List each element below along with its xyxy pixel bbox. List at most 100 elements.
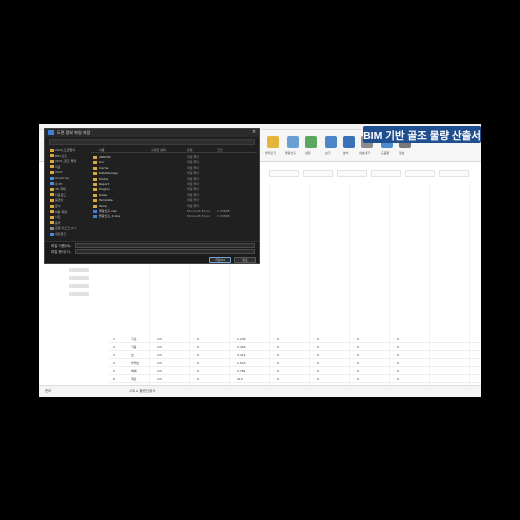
nav-item-label: 3D 개체 bbox=[55, 187, 66, 192]
status-text: 준비 bbox=[45, 389, 52, 393]
file-type: 파일 폴더 bbox=[187, 176, 199, 181]
file-name: Rules bbox=[99, 192, 108, 197]
nav-item-label: 자료 bbox=[55, 164, 61, 169]
nav-item[interactable]: 음악 bbox=[50, 221, 61, 225]
file-row[interactable]: Temp 파일 폴더 bbox=[91, 204, 257, 209]
column-tab[interactable] bbox=[303, 170, 333, 177]
nav-item[interactable]: 내 PC bbox=[50, 182, 63, 186]
nav-item-label: 로컬 디스크 (C:) bbox=[55, 226, 77, 231]
table-row[interactable]: 2 기둥 m3 0 2,456 0 0 0 0 bbox=[109, 344, 481, 351]
close-icon[interactable]: × bbox=[249, 129, 259, 137]
column-tab[interactable] bbox=[337, 170, 367, 177]
ribbon-label: 분석 bbox=[343, 151, 349, 155]
nav-item-label: 내 PC bbox=[55, 181, 63, 186]
file-name: 물량산출_2.xlsx bbox=[99, 214, 121, 219]
folder-icon bbox=[93, 161, 97, 165]
nav-item[interactable]: 문서 bbox=[50, 204, 61, 208]
file-list: 이름 수정한 날짜 유형 크기 ARROW 파일 폴더 bin 파일 폴더 Cache 파… bbox=[91, 148, 257, 240]
tree-node[interactable] bbox=[69, 268, 89, 272]
ribbon-label: 정보 bbox=[399, 151, 405, 155]
file-type: 파일 폴더 bbox=[187, 187, 199, 192]
folder-icon bbox=[93, 172, 97, 176]
cancel-button[interactable]: 취소 bbox=[234, 257, 256, 263]
calculate-icon[interactable] bbox=[287, 136, 299, 148]
nav-item[interactable]: 로컬 디스크 (C:) bbox=[50, 226, 76, 230]
nav-item[interactable]: 자료 bbox=[50, 165, 61, 169]
file-row[interactable]: ARROW 파일 폴더 bbox=[91, 155, 257, 160]
nav-item-label: 사진 bbox=[55, 215, 61, 220]
nav-item-label: 다운로드 bbox=[55, 192, 67, 197]
load-icon[interactable] bbox=[267, 136, 279, 148]
settings-icon[interactable] bbox=[305, 136, 317, 148]
folder-icon bbox=[50, 215, 54, 219]
folder-icon bbox=[50, 170, 54, 174]
filetype-select[interactable] bbox=[75, 249, 255, 254]
nav-item[interactable]: 바탕 화면 bbox=[50, 210, 67, 214]
folder-icon bbox=[50, 159, 54, 163]
nav-item-label: 2020_도면협의 bbox=[55, 148, 76, 152]
sheet-tabs[interactable]: 시트 ▸ 물량산출서 bbox=[129, 389, 156, 394]
folder-icon bbox=[93, 199, 97, 203]
file-row[interactable]: Rules 파일 폴더 bbox=[91, 193, 257, 198]
table-row[interactable]: 1 기초 m3 0 1,234 0 0 0 0 bbox=[109, 336, 481, 343]
save-button[interactable]: 저장(S) bbox=[209, 257, 231, 263]
filename-input[interactable] bbox=[75, 243, 255, 248]
file-row[interactable]: Model 파일 폴더 bbox=[91, 177, 257, 182]
nav-item[interactable]: 2020_도면협의 bbox=[50, 148, 75, 152]
app-icon bbox=[48, 130, 54, 135]
nav-item[interactable]: 다운로드 bbox=[50, 193, 66, 197]
network-icon bbox=[50, 232, 54, 236]
file-row[interactable]: Report 파일 폴더 bbox=[91, 182, 257, 187]
ribbon-label: 도움말 bbox=[381, 151, 390, 155]
ribbon-label: 설정 bbox=[305, 151, 311, 155]
column-name-header[interactable]: 이름 bbox=[99, 148, 105, 152]
column-tab[interactable] bbox=[405, 170, 435, 177]
nav-item[interactable]: 2021_골조 물량 bbox=[50, 159, 76, 163]
filename-label: 파일 이름(N): bbox=[51, 244, 72, 248]
view-icon[interactable] bbox=[325, 136, 337, 148]
folder-icon bbox=[93, 188, 97, 192]
address-bar[interactable] bbox=[49, 139, 255, 145]
file-row[interactable]: 물량산출_2.xlsx Microsoft Excel 1,338KB bbox=[91, 214, 257, 219]
file-row[interactable]: DataStorage 파일 폴더 bbox=[91, 171, 257, 176]
nav-item[interactable]: 2022 bbox=[50, 170, 63, 174]
nav-item[interactable]: OneDrive bbox=[50, 176, 69, 180]
column-type-header[interactable]: 유형 bbox=[187, 148, 193, 152]
nav-item-label: 바탕 화면 bbox=[55, 209, 67, 214]
table-row[interactable]: 4 슬래브 m3 0 1,523 0 0 0 0 bbox=[109, 360, 481, 367]
table-row[interactable]: 5 벽체 m3 0 2,781 0 0 0 0 bbox=[109, 368, 481, 375]
column-tab[interactable] bbox=[371, 170, 401, 177]
table-row[interactable]: 3 보 m3 0 3,412 0 0 0 0 bbox=[109, 352, 481, 359]
analysis-icon[interactable] bbox=[343, 136, 355, 148]
column-date-header[interactable]: 수정한 날짜 bbox=[151, 148, 166, 152]
file-row[interactable]: Plugins 파일 폴더 bbox=[91, 187, 257, 192]
file-name: Model bbox=[99, 176, 109, 181]
folder-icon bbox=[93, 193, 97, 197]
nav-item[interactable]: 네트워크 bbox=[50, 232, 66, 236]
file-type: 파일 폴더 bbox=[187, 198, 199, 203]
file-name: Report bbox=[99, 182, 109, 186]
file-row[interactable]: Cache 파일 폴더 bbox=[91, 166, 257, 171]
file-name: Temp bbox=[99, 203, 107, 208]
column-size-header[interactable]: 크기 bbox=[217, 148, 223, 152]
nav-item[interactable]: BIM 산출 bbox=[50, 154, 67, 158]
file-row[interactable]: Template 파일 폴더 bbox=[91, 198, 257, 203]
column-tab[interactable] bbox=[439, 170, 469, 177]
file-size: 1,338KB bbox=[217, 214, 230, 219]
file-row[interactable]: bin 파일 폴더 bbox=[91, 160, 257, 165]
folder-icon bbox=[50, 187, 54, 191]
table-row[interactable]: 6 계단 m3 0 412 0 0 0 0 bbox=[109, 376, 481, 383]
nav-item[interactable]: 사진 bbox=[50, 215, 61, 219]
column-header-tabs bbox=[269, 168, 481, 178]
nav-item[interactable]: 3D 개체 bbox=[50, 187, 66, 191]
column-tab[interactable] bbox=[269, 170, 299, 177]
tree-node[interactable] bbox=[69, 292, 89, 296]
screen: 불러오기 물량산출 설정 보기 분석 내보내기 도움말 정보 1 기초 m3 0… bbox=[0, 0, 520, 520]
file-name: Plugins bbox=[99, 187, 110, 192]
nav-item[interactable]: 동영상 bbox=[50, 198, 63, 202]
folder-icon bbox=[93, 204, 97, 208]
tree-node[interactable] bbox=[69, 284, 89, 288]
folder-icon bbox=[50, 165, 54, 169]
nav-item-label: 2022 bbox=[55, 170, 63, 175]
tree-node[interactable] bbox=[69, 276, 89, 280]
